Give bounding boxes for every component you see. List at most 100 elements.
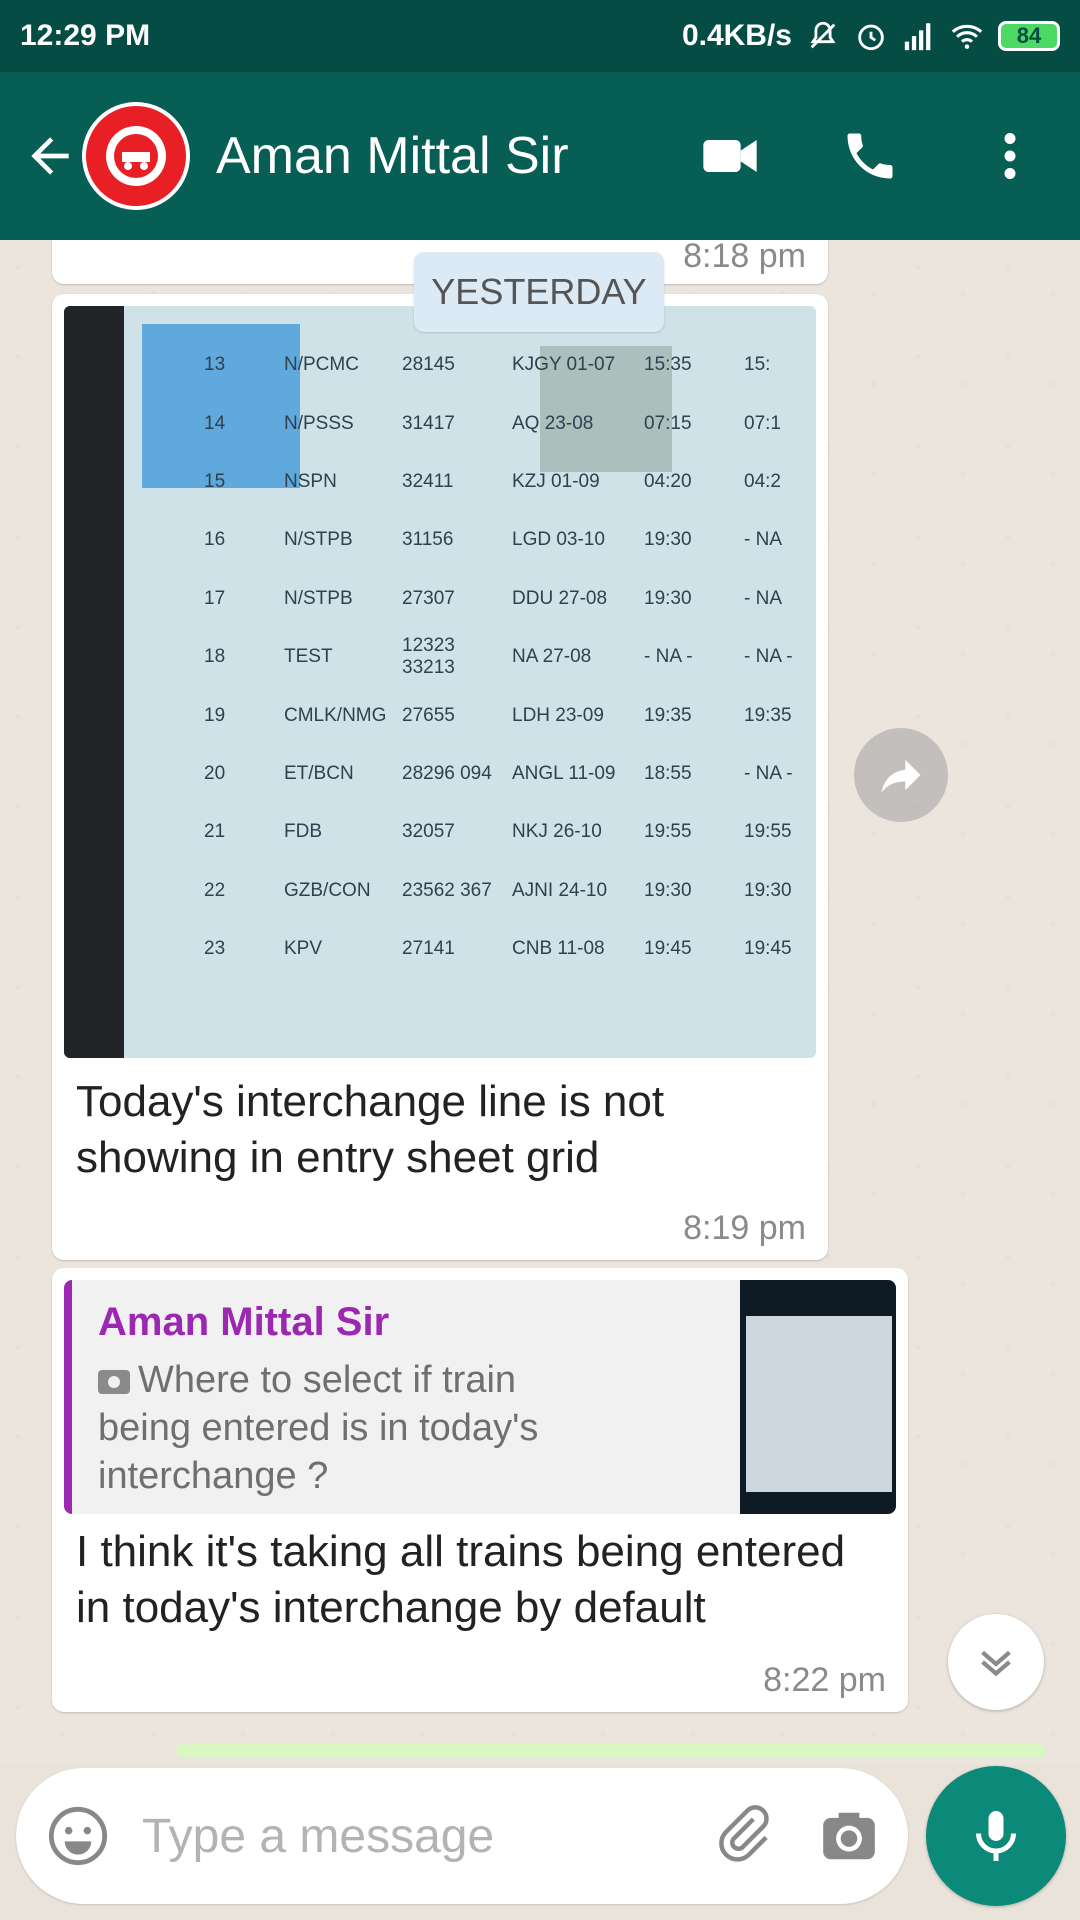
contact-name[interactable]: Aman Mittal Sir <box>216 126 569 186</box>
reply-message-bubble[interactable]: Aman Mittal Sir Where to select if train… <box>52 1268 908 1712</box>
voice-record-button[interactable] <box>926 1766 1066 1906</box>
avatar[interactable] <box>82 102 190 210</box>
photo-table-cell: 23562 367 <box>402 879 492 901</box>
emoji-icon[interactable] <box>46 1804 110 1868</box>
photo-table-cell: 27141 <box>402 938 455 960</box>
photo-table-cell: LDH 23-09 <box>512 704 604 726</box>
photo-table-cell: 28296 094 <box>402 762 492 784</box>
scroll-down-icon <box>981 1650 1011 1677</box>
scroll-down-button[interactable] <box>948 1614 1044 1710</box>
date-chip: YESTERDAY <box>414 252 664 332</box>
photo-table-row: 19 CMLK/NMG 27655 LDH 23-09 19:35 19:35 <box>204 686 816 744</box>
thumbnail-screen <box>746 1316 892 1492</box>
mic-icon <box>976 1811 1016 1861</box>
photo-table-cell: - NA - <box>744 762 793 784</box>
wifi-icon <box>951 24 983 49</box>
photo-table-cell: KJGY 01-07 <box>512 354 616 376</box>
forward-icon <box>881 759 921 793</box>
message-time: 8:18 pm <box>683 240 806 275</box>
photo-table-cell: 27655 <box>402 704 455 726</box>
reply-text: I think it's taking all trains being ent… <box>76 1527 846 1632</box>
mute-bell-icon <box>810 21 836 49</box>
photo-table-cell: CNB 11-08 <box>512 938 605 960</box>
photo-table-cell: N/PCMC <box>284 354 359 376</box>
back-arrow-icon <box>31 137 69 175</box>
photo-table-cell: 04:20 <box>644 470 692 492</box>
more-vert-icon <box>1004 133 1016 179</box>
photo-table-cell: 19:30 <box>744 879 792 901</box>
photo-table-row: 20 ET/BCN 28296 094 ANGL 11-09 18:55 - NA - <box>204 745 816 803</box>
photo-table-cell: AQ 23-08 <box>512 412 594 434</box>
quoted-message[interactable]: Aman Mittal Sir Where to select if train… <box>64 1280 896 1514</box>
photo-table-cell: 16 <box>204 529 226 551</box>
photo-table-cell: 19:30 <box>644 879 692 901</box>
photo-table-cell: NSPN <box>284 470 337 492</box>
message-time: 8:19 pm <box>683 1209 806 1247</box>
photo-table-cell: 19:55 <box>644 821 692 843</box>
photo-table-cell: 28145 <box>402 354 455 376</box>
photo-table-row: 18 TEST 12323 33213 NA 27-08 - NA - - NA - <box>204 628 816 686</box>
photo-table-cell: 19 <box>204 704 226 726</box>
photo-table-cell: 07:15 <box>644 412 692 434</box>
photo-table-cell: TEST <box>284 646 333 668</box>
photo-table-cell: 20 <box>204 762 226 784</box>
photo-table-cell: 19:55 <box>744 821 792 843</box>
alarm-icon <box>858 24 884 51</box>
photo-table-row: 15 NSPN 32411 KZJ 01-09 04:20 04:2 <box>204 453 816 511</box>
photo-table-cell: NA 27-08 <box>512 646 592 668</box>
railways-logo <box>90 110 182 202</box>
video-call-button[interactable] <box>690 116 770 196</box>
photo-table-cell: KPV <box>284 938 323 960</box>
photo-table-cell: - NA <box>744 587 782 609</box>
message-input-bar[interactable]: Type a message <box>16 1768 908 1904</box>
chat-area[interactable]: 8:18 pm 13 N/PCMC 28145 KJGY 01-07 15:35 15: 1… <box>0 240 1080 1764</box>
photo-table-cell: 32057 <box>402 821 455 843</box>
image-message-bubble[interactable]: 13 N/PCMC 28145 KJGY 01-07 15:35 15: 14 N/PSSS 3… <box>52 294 828 1260</box>
back-button[interactable] <box>20 126 80 186</box>
message-time: 8:22 pm <box>763 1661 886 1699</box>
message-input[interactable]: Type a message <box>142 1809 710 1864</box>
photo-table-cell: 15:35 <box>644 354 692 376</box>
photo-table-cell: LGD 03-10 <box>512 529 605 551</box>
photo-table-cell: 18 <box>204 646 226 668</box>
camera-small-icon <box>98 1369 130 1394</box>
photo-table-row: 14 N/PSSS 31417 AQ 23-08 07:15 07:1 <box>204 394 816 452</box>
photo-table-row: 16 N/STPB 31156 LGD 03-10 19:30 - NA <box>204 511 816 569</box>
camera-icon[interactable] <box>818 1805 880 1867</box>
status-indicators: 0.4KB/s 84 <box>682 19 1060 53</box>
forward-button[interactable] <box>854 728 948 822</box>
photo-table-cell: 22 <box>204 879 226 901</box>
photo-table-row: 21 FDB 32057 NKJ 26-10 19:55 19:55 <box>204 803 816 861</box>
photo-table-cell: - NA <box>744 529 782 551</box>
photo-table-cell: 19:45 <box>744 938 792 960</box>
photo-table-cell: 12323 33213 <box>402 635 455 679</box>
image-caption: Today's interchange line is not showing … <box>76 1077 665 1182</box>
photo-table-cell: 19:30 <box>644 529 692 551</box>
more-options-button[interactable] <box>970 116 1050 196</box>
quoted-text: Where to select if train being entered i… <box>98 1359 539 1497</box>
photo-table-row: 17 N/STPB 27307 DDU 27-08 19:30 - NA <box>204 570 816 628</box>
photo-table-cell: 19:35 <box>644 704 692 726</box>
status-time: 12:29 PM <box>20 19 151 52</box>
voice-call-button[interactable] <box>830 116 910 196</box>
photo-table-cell: 17 <box>204 587 226 609</box>
photo-table-cell: 21 <box>204 821 226 843</box>
message-photo[interactable]: 13 N/PCMC 28145 KJGY 01-07 15:35 15: 14 N/PSSS 3… <box>64 306 816 1058</box>
photo-table-cell: CMLK/NMG <box>284 704 387 726</box>
photo-table-cell: N/STPB <box>284 529 353 551</box>
quoted-sender-name: Aman Mittal Sir <box>98 1300 390 1344</box>
photo-table-cell: N/PSSS <box>284 412 354 434</box>
photo-table-cell: 15: <box>744 354 771 376</box>
photo-table-cell: - NA - <box>644 646 693 668</box>
photo-table-row: 23 KPV 27141 CNB 11-08 19:45 19:45 <box>204 920 816 978</box>
photo-bezel <box>64 306 124 1058</box>
photo-table-cell: DDU 27-08 <box>512 587 608 609</box>
photo-table: 13 N/PCMC 28145 KJGY 01-07 15:35 15: 14 N/PSSS 3… <box>204 336 816 978</box>
quote-accent-bar <box>64 1280 72 1514</box>
photo-table-cell: 14 <box>204 412 226 434</box>
photo-table-cell: FDB <box>284 821 322 843</box>
battery-icon: 84 <box>998 21 1060 51</box>
photo-table-cell: N/STPB <box>284 587 353 609</box>
video-call-icon <box>703 140 757 172</box>
attach-icon[interactable] <box>710 1803 776 1869</box>
